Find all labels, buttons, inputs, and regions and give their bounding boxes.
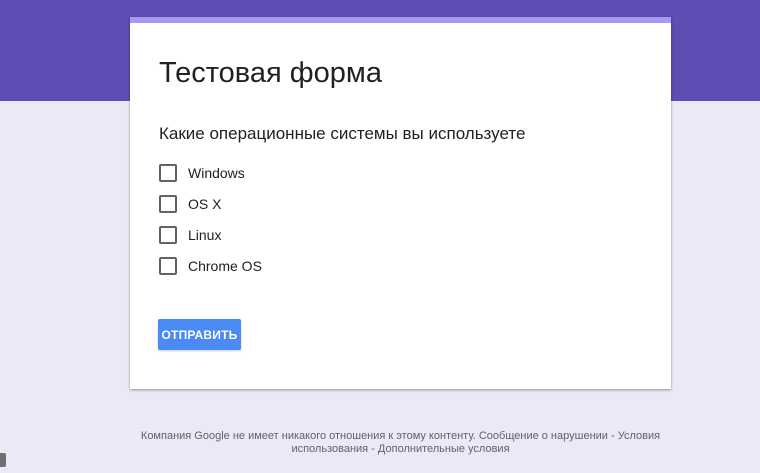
- option-osx[interactable]: OS X: [159, 188, 559, 219]
- checkbox-options: Windows OS X Linux Chrome OS: [159, 157, 559, 281]
- checkbox-osx[interactable]: [159, 194, 177, 213]
- footer-separator: -: [368, 443, 378, 455]
- footer-separator: -: [607, 430, 618, 442]
- report-abuse-link[interactable]: Сообщение о нарушении: [479, 430, 608, 442]
- checkbox-windows[interactable]: [159, 163, 177, 182]
- option-label-windows: Windows: [188, 164, 245, 181]
- footer: Компания Google не имеет никакого отноше…: [130, 430, 671, 456]
- option-label-chrome-os: Chrome OS: [188, 257, 262, 274]
- option-chrome-os[interactable]: Chrome OS: [159, 250, 559, 281]
- form-title: Тестовая форма: [159, 57, 382, 89]
- option-label-osx: OS X: [188, 195, 222, 212]
- submit-button[interactable]: ОТПРАВИТЬ: [158, 319, 241, 350]
- question-title: Какие операционные системы вы использует…: [159, 124, 526, 143]
- feedback-handle[interactable]: [0, 453, 6, 467]
- additional-terms-link[interactable]: Дополнительные условия: [378, 443, 510, 455]
- option-linux[interactable]: Linux: [159, 219, 559, 250]
- checkbox-chrome-os[interactable]: [159, 256, 177, 275]
- form-card: Тестовая форма Какие операционные систем…: [130, 17, 671, 389]
- footer-disclaimer: Компания Google не имеет никакого отноше…: [140, 430, 479, 442]
- option-label-linux: Linux: [188, 226, 222, 243]
- option-windows[interactable]: Windows: [159, 157, 559, 188]
- checkbox-linux[interactable]: [159, 225, 177, 244]
- card-accent-bar: [130, 17, 671, 23]
